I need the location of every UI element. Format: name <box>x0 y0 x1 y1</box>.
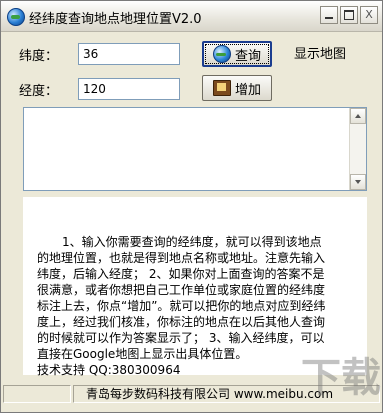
query-button[interactable]: 查询 <box>202 41 272 67</box>
show-map-label[interactable]: 显示地图 <box>294 43 346 62</box>
map-display-area[interactable] <box>23 107 367 191</box>
title-bar[interactable]: 经纬度查询地点地理位置V2.0 X <box>1 1 382 32</box>
minimize-button[interactable] <box>320 6 338 24</box>
status-company: 青岛每步数码科技有限公司 www.meibu.com <box>73 385 380 403</box>
globe-app-icon <box>7 8 25 26</box>
vertical-scrollbar[interactable] <box>349 108 366 190</box>
query-button-label: 查询 <box>234 48 261 64</box>
scroll-up-arrow-icon[interactable] <box>350 108 366 124</box>
close-button[interactable]: X <box>360 6 378 24</box>
maximize-button[interactable] <box>340 6 358 24</box>
window-title: 经纬度查询地点地理位置V2.0 <box>29 12 202 27</box>
latitude-label: 纬度： <box>19 49 59 64</box>
add-button[interactable]: 增加 <box>202 75 272 101</box>
longitude-label: 经度： <box>19 84 59 99</box>
globe-icon <box>212 45 231 63</box>
scroll-down-arrow-icon[interactable] <box>350 174 366 190</box>
status-panel-empty <box>3 385 71 403</box>
add-button-label: 增加 <box>234 82 261 98</box>
help-text: 1、输入你需要查询的经纬度，就可以得到该地点的地理位置，也就是得到地点名称或地址… <box>37 235 326 361</box>
latitude-input[interactable] <box>78 43 180 65</box>
book-icon <box>212 80 231 96</box>
status-bar: 青岛每步数码科技有限公司 www.meibu.com <box>1 383 382 405</box>
app-window: 经纬度查询地点地理位置V2.0 X 纬度： 经度： 查询 增加 显示地图 1、输… <box>0 0 383 413</box>
longitude-input[interactable] <box>78 78 180 100</box>
support-qq: 技术支持 QQ:380300964 <box>37 363 181 377</box>
